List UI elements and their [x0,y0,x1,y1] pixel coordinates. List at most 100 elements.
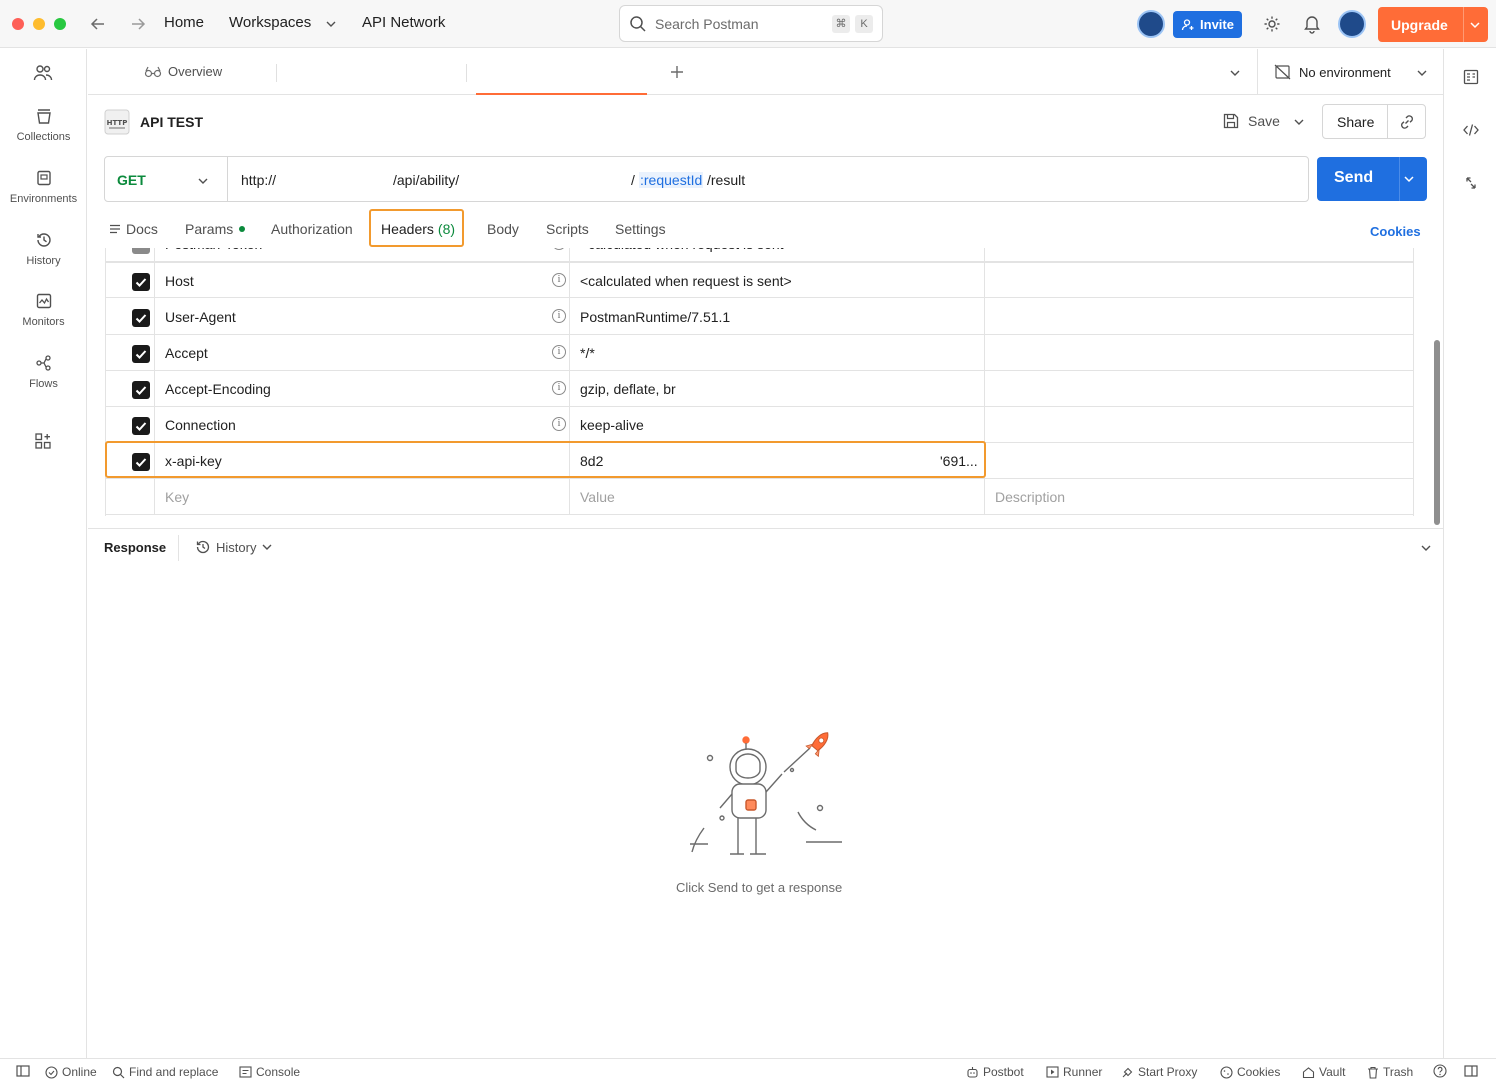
row-checkbox[interactable] [132,248,150,254]
code-snippet-icon[interactable] [1462,121,1480,139]
tab-active-request[interactable] [476,49,647,95]
tabs-overflow-chevron-down-icon[interactable] [1229,68,1241,78]
zoom-window-button[interactable] [54,18,66,30]
tab-body[interactable]: Body [487,221,519,237]
copy-link-icon[interactable] [1398,113,1416,131]
postbot-button[interactable]: Postbot [966,1065,1024,1079]
sidebar-item-history[interactable]: History [0,231,87,267]
save-button[interactable]: Save [1222,112,1280,130]
row-checkbox[interactable] [132,273,150,291]
value-input[interactable]: Value [570,479,985,515]
console-button[interactable]: Console [239,1065,300,1079]
share-button[interactable]: Share [1337,114,1374,130]
description-cell[interactable] [985,263,1413,299]
find-and-replace-button[interactable]: Find and replace [112,1065,218,1079]
search-bar[interactable]: Search Postman ⌘ K [619,5,883,42]
nav-api-network[interactable]: API Network [362,14,445,31]
environment-chevron-down-icon[interactable] [1416,68,1428,78]
collapse-response-chevron-down-icon[interactable] [1420,543,1432,553]
row-checkbox[interactable] [132,309,150,327]
related-collections-icon[interactable] [1462,174,1480,192]
sidebar-item-collections[interactable]: Collections [0,107,87,143]
description-cell[interactable] [985,335,1413,371]
http-method-selector[interactable]: GET [117,172,146,188]
close-window-button[interactable] [12,18,24,30]
settings-gear-icon[interactable] [1262,14,1282,34]
team-people-icon[interactable] [33,64,53,82]
table-scrollbar[interactable] [1434,340,1440,525]
sidebar-item-label: Environments [9,193,78,205]
nav-home[interactable]: Home [164,14,204,31]
info-icon[interactable]: i [552,417,566,431]
info-icon[interactable]: i [552,381,566,395]
environment-selector[interactable]: No environment [1274,64,1391,80]
tab-empty-1[interactable] [278,49,466,94]
tab-params[interactable]: Params [185,221,246,237]
forward-arrow-icon[interactable] [129,15,147,33]
value-cell[interactable]: PostmanRuntime/7.51.1 [570,299,985,335]
user-avatar[interactable] [1338,10,1366,38]
key-cell[interactable]: User-Agent i [155,299,570,335]
description-cell[interactable] [985,407,1413,443]
key-cell[interactable]: Accept-Encoding i [155,371,570,407]
value-cell[interactable]: */* [570,335,985,371]
team-avatar[interactable] [1137,10,1165,38]
tab-authorization[interactable]: Authorization [271,221,353,237]
request-name[interactable]: API TEST [140,114,203,130]
key-cell[interactable]: Accept i [155,335,570,371]
workspaces-chevron-down-icon[interactable] [325,19,337,29]
tab-settings[interactable]: Settings [615,221,666,237]
description-cell[interactable] [985,299,1413,335]
online-status[interactable]: Online [45,1065,97,1079]
cookies-status-button[interactable]: Cookies [1220,1065,1280,1079]
add-apps-grid-icon[interactable] [34,432,52,450]
save-chevron-down-icon[interactable] [1293,117,1305,127]
upgrade-button[interactable]: Upgrade [1378,7,1488,42]
sidebar-item-flows[interactable]: Flows [0,354,87,390]
minimize-window-button[interactable] [33,18,45,30]
nav-workspaces[interactable]: Workspaces [229,14,311,31]
sidebar-item-monitors[interactable]: Monitors [0,292,87,328]
notifications-bell-icon[interactable] [1303,14,1321,34]
back-arrow-icon[interactable] [89,15,107,33]
tab-scripts[interactable]: Scripts [546,221,589,237]
value-cell[interactable]: gzip, deflate, br [570,371,985,407]
description-cell[interactable] [985,443,1413,479]
runner-button[interactable]: Runner [1046,1065,1102,1079]
tab-headers[interactable]: Headers (8) [381,221,455,237]
two-pane-view-icon[interactable] [1464,1065,1478,1077]
tab-docs[interactable]: Docs [109,221,158,237]
row-checkbox[interactable] [132,381,150,399]
row-checkbox[interactable] [132,345,150,363]
tab-overview[interactable]: Overview [144,64,222,79]
toggle-sidebar-icon[interactable] [16,1065,30,1077]
send-button[interactable]: Send [1334,169,1373,187]
info-icon[interactable]: i [552,309,566,323]
help-icon[interactable] [1433,1064,1447,1078]
value-cell[interactable]: keep-alive [570,407,985,443]
sidebar-item-environments[interactable]: Environments [0,169,87,205]
response-history-dropdown[interactable]: History [195,539,273,555]
description-input[interactable]: Description [985,479,1413,515]
value-cell[interactable]: <calculated when request is sent> [570,263,985,299]
start-proxy-button[interactable]: Start Proxy [1121,1065,1197,1079]
documentation-icon[interactable] [1462,68,1480,86]
key-cell[interactable]: Connection i [155,407,570,443]
key-cell[interactable]: Host i [155,263,570,299]
method-chevron-down-icon[interactable] [197,176,209,186]
info-icon[interactable]: i [552,248,566,250]
cookies-link[interactable]: Cookies [1370,224,1421,239]
row-checkbox[interactable] [132,417,150,435]
trash-button[interactable]: Trash [1367,1065,1413,1079]
info-icon[interactable]: i [552,345,566,359]
description-cell[interactable] [985,371,1413,407]
vault-button[interactable]: Vault [1302,1065,1345,1079]
info-icon[interactable]: i [552,273,566,287]
new-tab-plus-icon[interactable] [670,65,684,79]
upgrade-chevron-down-icon[interactable] [1469,20,1481,30]
url-input[interactable]: http:// /api/ability/ / :requestId /resu… [228,157,1308,201]
invite-button[interactable]: Invite [1173,11,1242,38]
key-input[interactable]: Key [155,479,570,515]
send-chevron-down-icon[interactable] [1403,174,1415,184]
table-row: Host i <calculated when request is sent> [106,262,1413,299]
